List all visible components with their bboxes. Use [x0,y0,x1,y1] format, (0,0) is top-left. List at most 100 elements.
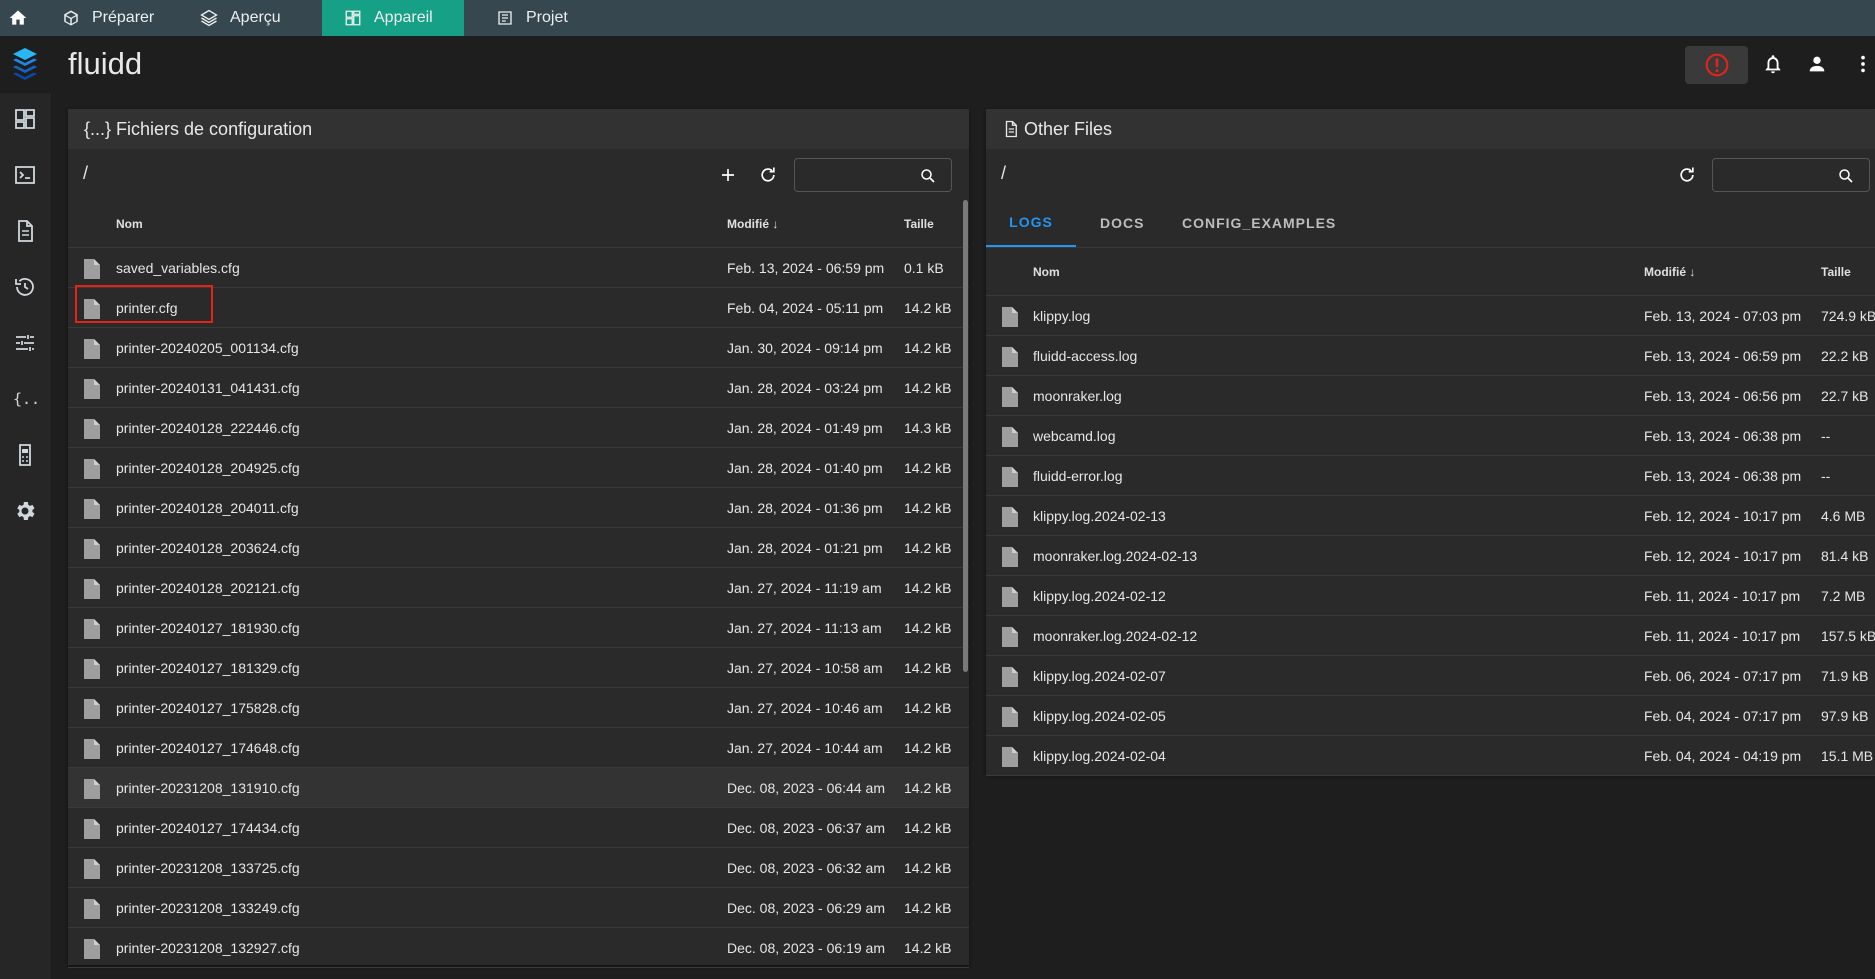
file-modified: Feb. 04, 2024 - 07:17 pm [1644,708,1802,724]
table-row[interactable]: printer-20240127_174648.cfg Jan. 27, 2024… [68,728,969,768]
table-row[interactable]: klippy.log.2024-02-12 Feb. 11, 2024 - 10:… [986,576,1875,616]
file-modified: Feb. 13, 2024 - 06:56 pm [1644,388,1802,404]
file-icon [84,779,100,802]
file-modified: Feb. 13, 2024 - 06:38 pm [1644,428,1802,444]
cube-icon [64,10,78,26]
fluidd-logo[interactable] [10,46,40,87]
file-size: 7.2 MB [1821,588,1866,604]
file-modified: Jan. 28, 2024 - 03:24 pm [727,380,883,396]
file-name: printer-20240127_174434.cfg [116,820,300,836]
config-search-input[interactable] [794,158,952,192]
file-icon [84,899,100,922]
table-row[interactable]: printer-20231208_131910.cfg Dec. 08, 2023… [68,768,969,808]
other-files-card: Other Files / LOGS DOCS CONFIG_EXAMPLES … [986,109,1875,776]
file-modified: Dec. 08, 2023 - 06:29 am [727,900,885,916]
history-icon[interactable] [13,275,37,299]
file-size: 724.9 kB [1821,308,1875,324]
table-row[interactable]: webcamd.log Feb. 13, 2024 - 06:38 pm -- [986,416,1875,456]
tab-preparer[interactable]: Préparer [40,0,178,36]
file-icon [84,859,100,882]
file-size: 14.2 kB [904,620,952,636]
table-row[interactable]: printer-20240127_181930.cfg Jan. 27, 2024… [68,608,969,648]
refresh-icon[interactable] [1677,165,1697,185]
tab-appareil[interactable]: Appareil [322,0,464,36]
table-row[interactable]: moonraker.log.2024-02-13 Feb. 12, 2024 - … [986,536,1875,576]
table-row[interactable]: klippy.log Feb. 13, 2024 - 07:03 pm 724.9 … [986,296,1875,336]
col-modified[interactable]: Modifié ↓ [727,217,778,231]
tab-apercu[interactable]: Aperçu [178,0,322,36]
table-row[interactable]: fluidd-access.log Feb. 13, 2024 - 06:59 p… [986,336,1875,376]
file-icon [1002,667,1018,690]
table-row[interactable]: printer-20240128_203624.cfg Jan. 28, 2024… [68,528,969,568]
file-icon [1002,747,1018,770]
table-row[interactable]: printer-20240127_181329.cfg Jan. 27, 2024… [68,648,969,688]
table-row[interactable]: printer-20231208_133249.cfg Dec. 08, 2023… [68,888,969,928]
file-modified: Feb. 04, 2024 - 04:19 pm [1644,748,1802,764]
table-row[interactable]: printer-20240128_222446.cfg Jan. 28, 2024… [68,408,969,448]
file-size: 14.2 kB [904,340,952,356]
other-search-input[interactable] [1712,158,1870,192]
sidebar: {..} [0,93,52,979]
table-row[interactable]: printer-20240128_204925.cfg Jan. 28, 2024… [68,448,969,488]
more-vertical-icon[interactable] [1852,53,1874,75]
table-row[interactable]: klippy.log.2024-02-04 Feb. 04, 2024 - 04:… [986,736,1875,776]
sort-arrow-icon: ↓ [1689,265,1696,279]
tab-config-examples[interactable]: CONFIG_EXAMPLES [1182,199,1352,247]
refresh-icon[interactable] [758,165,778,185]
col-name[interactable]: Nom [1033,265,1060,279]
printer-icon[interactable] [13,443,37,467]
table-row[interactable]: printer-20240205_001134.cfg Jan. 30, 2024… [68,328,969,368]
col-modified[interactable]: Modifié ↓ [1644,265,1695,279]
tune-icon[interactable] [13,331,37,355]
file-modified: Feb. 13, 2024 - 06:38 pm [1644,468,1802,484]
file-icon [84,539,100,562]
tab-projet[interactable]: Projet [474,0,594,36]
home-icon[interactable] [0,0,36,36]
table-row[interactable]: printer-20240131_041431.cfg Jan. 28, 2024… [68,368,969,408]
table-row[interactable]: printer-20240127_175828.cfg Jan. 27, 2024… [68,688,969,728]
settings-icon[interactable] [13,499,37,523]
add-icon[interactable] [719,166,737,184]
highlight-box [75,285,213,323]
card-title: {...} Fichiers de configuration [84,118,313,139]
file-size: 14.2 kB [904,740,952,756]
dashboard-icon[interactable] [13,107,37,131]
scrollbar[interactable] [963,200,968,672]
emergency-stop-button[interactable] [1685,46,1748,84]
file-name: printer-20231208_132927.cfg [116,940,300,956]
console-icon[interactable] [13,163,37,187]
tab-docs[interactable]: DOCS [1100,199,1160,247]
code-braces-icon[interactable]: {..} [13,387,37,411]
file-name: fluidd-access.log [1033,348,1138,364]
table-row[interactable]: printer-20231208_133725.cfg Dec. 08, 2023… [68,848,969,888]
file-name: klippy.log.2024-02-07 [1033,668,1166,684]
file-name: klippy.log.2024-02-04 [1033,748,1166,764]
col-size[interactable]: Taille [904,217,934,231]
file-size: 81.4 kB [1821,548,1869,564]
col-size[interactable]: Taille [1821,265,1851,279]
account-icon[interactable] [1806,53,1828,75]
layers-icon [200,9,218,27]
table-row[interactable]: moonraker.log Feb. 13, 2024 - 06:56 pm 22.… [986,376,1875,416]
device-icon [345,10,361,26]
list-icon [498,11,512,25]
file-size: 14.2 kB [904,380,952,396]
file-modified: Dec. 08, 2023 - 06:44 am [727,780,885,796]
table-row[interactable]: moonraker.log.2024-02-12 Feb. 11, 2024 - … [986,616,1875,656]
bell-icon[interactable] [1762,53,1784,75]
file-name: printer-20240127_174648.cfg [116,740,300,756]
table-row[interactable]: klippy.log.2024-02-13 Feb. 12, 2024 - 10:… [986,496,1875,536]
table-row[interactable]: printer-20231208_132927.cfg Dec. 08, 2023… [68,928,969,968]
table-row[interactable]: klippy.log.2024-02-07 Feb. 06, 2024 - 07:… [986,656,1875,696]
table-row[interactable]: klippy.log.2024-02-05 Feb. 04, 2024 - 07:… [986,696,1875,736]
table-row[interactable]: printer-20240127_174434.cfg Dec. 08, 2023… [68,808,969,848]
table-row[interactable]: fluidd-error.log Feb. 13, 2024 - 06:38 pm… [986,456,1875,496]
table-row[interactable]: printer-20240128_204011.cfg Jan. 28, 2024… [68,488,969,528]
col-name[interactable]: Nom [116,217,143,231]
file-icon[interactable] [13,219,37,243]
file-icon [1002,627,1018,650]
table-row[interactable]: printer-20240128_202121.cfg Jan. 27, 2024… [68,568,969,608]
tab-logs[interactable]: LOGS [986,199,1076,247]
table-row[interactable]: saved_variables.cfg Feb. 13, 2024 - 06:59… [68,248,969,288]
file-modified: Jan. 27, 2024 - 11:13 am [727,620,882,636]
